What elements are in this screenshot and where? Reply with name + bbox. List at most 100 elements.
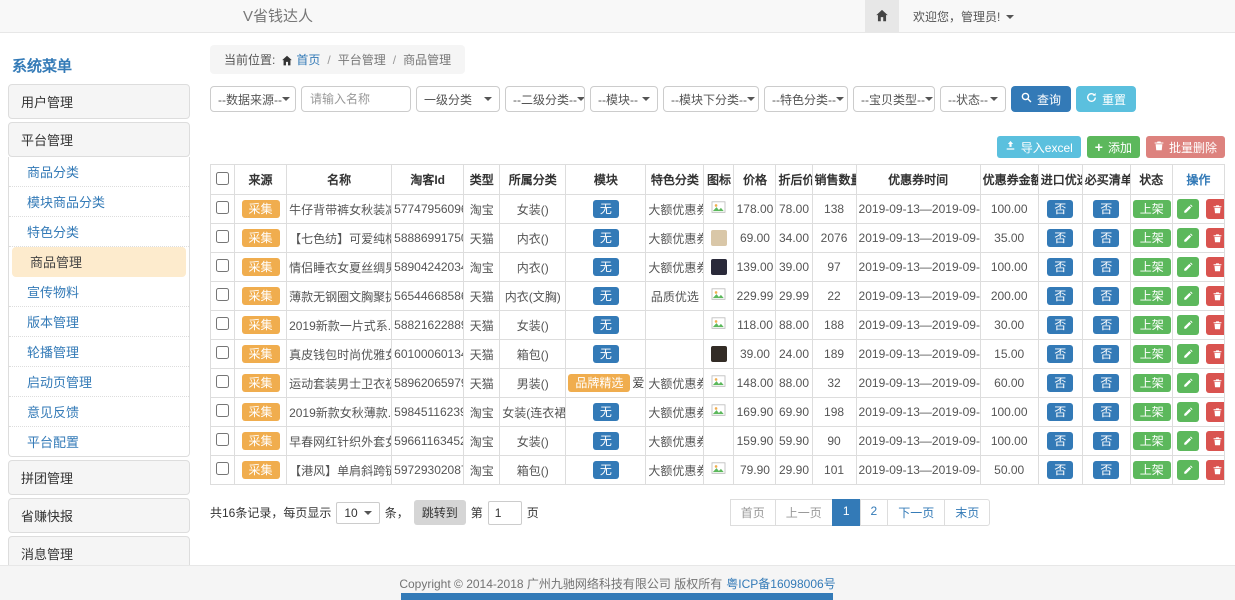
batch-delete-button[interactable]: 批量删除 [1146, 136, 1225, 158]
edit-button[interactable] [1177, 257, 1199, 277]
row-checkbox[interactable] [216, 346, 229, 359]
edit-button[interactable] [1177, 373, 1199, 393]
status-badge[interactable]: 上架 [1133, 287, 1171, 305]
status-badge[interactable]: 上架 [1133, 200, 1171, 218]
status-badge[interactable]: 上架 [1133, 316, 1171, 334]
must-buy-toggle[interactable]: 否 [1093, 374, 1119, 392]
filter-select[interactable]: --数据来源-- [210, 86, 296, 112]
page-button[interactable]: 下一页 [887, 499, 945, 526]
status-badge[interactable]: 上架 [1133, 374, 1171, 392]
jump-page-input[interactable] [488, 501, 522, 525]
sidebar-item[interactable]: 意见反馈 [9, 397, 189, 427]
must-buy-toggle[interactable]: 否 [1093, 258, 1119, 276]
row-checkbox[interactable] [216, 317, 229, 330]
sidebar-group-platform[interactable]: 平台管理 [8, 122, 190, 157]
status-badge[interactable]: 上架 [1133, 229, 1171, 247]
sidebar-item[interactable]: 轮播管理 [9, 337, 189, 367]
status-badge[interactable]: 上架 [1133, 461, 1171, 479]
page-button[interactable]: 1 [832, 499, 861, 526]
import-select-toggle[interactable]: 否 [1047, 200, 1073, 218]
row-checkbox[interactable] [216, 404, 229, 417]
icp-link[interactable]: 粤ICP备16098006号 [726, 575, 835, 592]
delete-button[interactable] [1206, 257, 1224, 277]
sidebar-item[interactable]: 版本管理 [9, 307, 189, 337]
edit-button[interactable] [1177, 431, 1199, 451]
import-select-toggle[interactable]: 否 [1047, 258, 1073, 276]
must-buy-toggle[interactable]: 否 [1093, 287, 1119, 305]
filter-select[interactable]: --二级分类-- [505, 86, 585, 112]
must-buy-toggle[interactable]: 否 [1093, 432, 1119, 450]
sidebar-item[interactable]: 启动页管理 [9, 367, 189, 397]
import-select-toggle[interactable]: 否 [1047, 229, 1073, 247]
sidebar-item[interactable]: 模块商品分类 [9, 187, 189, 217]
status-badge[interactable]: 上架 [1133, 432, 1171, 450]
reset-button[interactable]: 重置 [1076, 86, 1136, 112]
import-select-toggle[interactable]: 否 [1047, 287, 1073, 305]
import-select-toggle[interactable]: 否 [1047, 345, 1073, 363]
sidebar-item[interactable]: 特色分类 [9, 217, 189, 247]
select-all-checkbox[interactable] [216, 172, 229, 185]
page-button[interactable]: 上一页 [775, 499, 833, 526]
must-buy-toggle[interactable]: 否 [1093, 200, 1119, 218]
page-button[interactable]: 末页 [944, 499, 990, 526]
row-checkbox[interactable] [216, 375, 229, 388]
filter-select[interactable]: --宝贝类型-- [853, 86, 935, 112]
must-buy-toggle[interactable]: 否 [1093, 316, 1119, 334]
filter-select[interactable]: 一级分类 [416, 86, 500, 112]
sidebar-item[interactable]: 平台配置 [9, 427, 189, 456]
delete-button[interactable] [1206, 228, 1224, 248]
delete-button[interactable] [1206, 286, 1224, 306]
add-button[interactable]: + 添加 [1087, 136, 1140, 158]
filter-select[interactable]: --状态-- [940, 86, 1006, 112]
sidebar-group-user[interactable]: 用户管理 [8, 84, 190, 119]
row-checkbox[interactable] [216, 259, 229, 272]
row-checkbox[interactable] [216, 201, 229, 214]
query-button[interactable]: 查询 [1011, 86, 1071, 112]
jump-button[interactable]: 跳转到 [414, 500, 466, 525]
user-menu[interactable]: 欢迎您，管理员! [899, 0, 1028, 33]
home-button[interactable] [865, 0, 899, 33]
page-size-select[interactable]: 10 [336, 502, 379, 524]
status-badge[interactable]: 上架 [1133, 403, 1171, 421]
delete-button[interactable] [1206, 460, 1224, 480]
status-badge[interactable]: 上架 [1133, 345, 1171, 363]
must-buy-toggle[interactable]: 否 [1093, 403, 1119, 421]
status-badge[interactable]: 上架 [1133, 258, 1171, 276]
sidebar-group[interactable]: 省赚快报 [8, 498, 190, 533]
edit-button[interactable] [1177, 199, 1199, 219]
must-buy-toggle[interactable]: 否 [1093, 345, 1119, 363]
delete-button[interactable] [1206, 402, 1224, 422]
page-button[interactable]: 2 [860, 499, 889, 526]
row-checkbox[interactable] [216, 288, 229, 301]
import-select-toggle[interactable]: 否 [1047, 403, 1073, 421]
import-select-toggle[interactable]: 否 [1047, 432, 1073, 450]
name-filter-input[interactable] [301, 86, 411, 112]
import-select-toggle[interactable]: 否 [1047, 374, 1073, 392]
delete-button[interactable] [1206, 431, 1224, 451]
filter-select[interactable]: --模块-- [590, 86, 658, 112]
must-buy-toggle[interactable]: 否 [1093, 229, 1119, 247]
delete-button[interactable] [1206, 373, 1224, 393]
sidebar-item[interactable]: 商品管理 [12, 247, 186, 277]
filter-select[interactable]: --模块下分类-- [663, 86, 759, 112]
edit-button[interactable] [1177, 402, 1199, 422]
sidebar-group[interactable]: 拼团管理 [8, 460, 190, 495]
filter-select[interactable]: --特色分类-- [764, 86, 848, 112]
edit-button[interactable] [1177, 228, 1199, 248]
edit-button[interactable] [1177, 286, 1199, 306]
row-checkbox[interactable] [216, 230, 229, 243]
import-select-toggle[interactable]: 否 [1047, 316, 1073, 334]
edit-button[interactable] [1177, 315, 1199, 335]
row-checkbox[interactable] [216, 462, 229, 475]
delete-button[interactable] [1206, 344, 1224, 364]
edit-button[interactable] [1177, 344, 1199, 364]
breadcrumb-home-link[interactable]: 首页 [296, 53, 320, 67]
delete-button[interactable] [1206, 199, 1224, 219]
import-excel-button[interactable]: 导入excel [997, 136, 1081, 158]
sidebar-item[interactable]: 宣传物料 [9, 277, 189, 307]
row-checkbox[interactable] [216, 433, 229, 446]
page-button[interactable]: 首页 [730, 499, 776, 526]
sidebar-item[interactable]: 商品分类 [9, 157, 189, 187]
delete-button[interactable] [1206, 315, 1224, 335]
edit-button[interactable] [1177, 460, 1199, 480]
